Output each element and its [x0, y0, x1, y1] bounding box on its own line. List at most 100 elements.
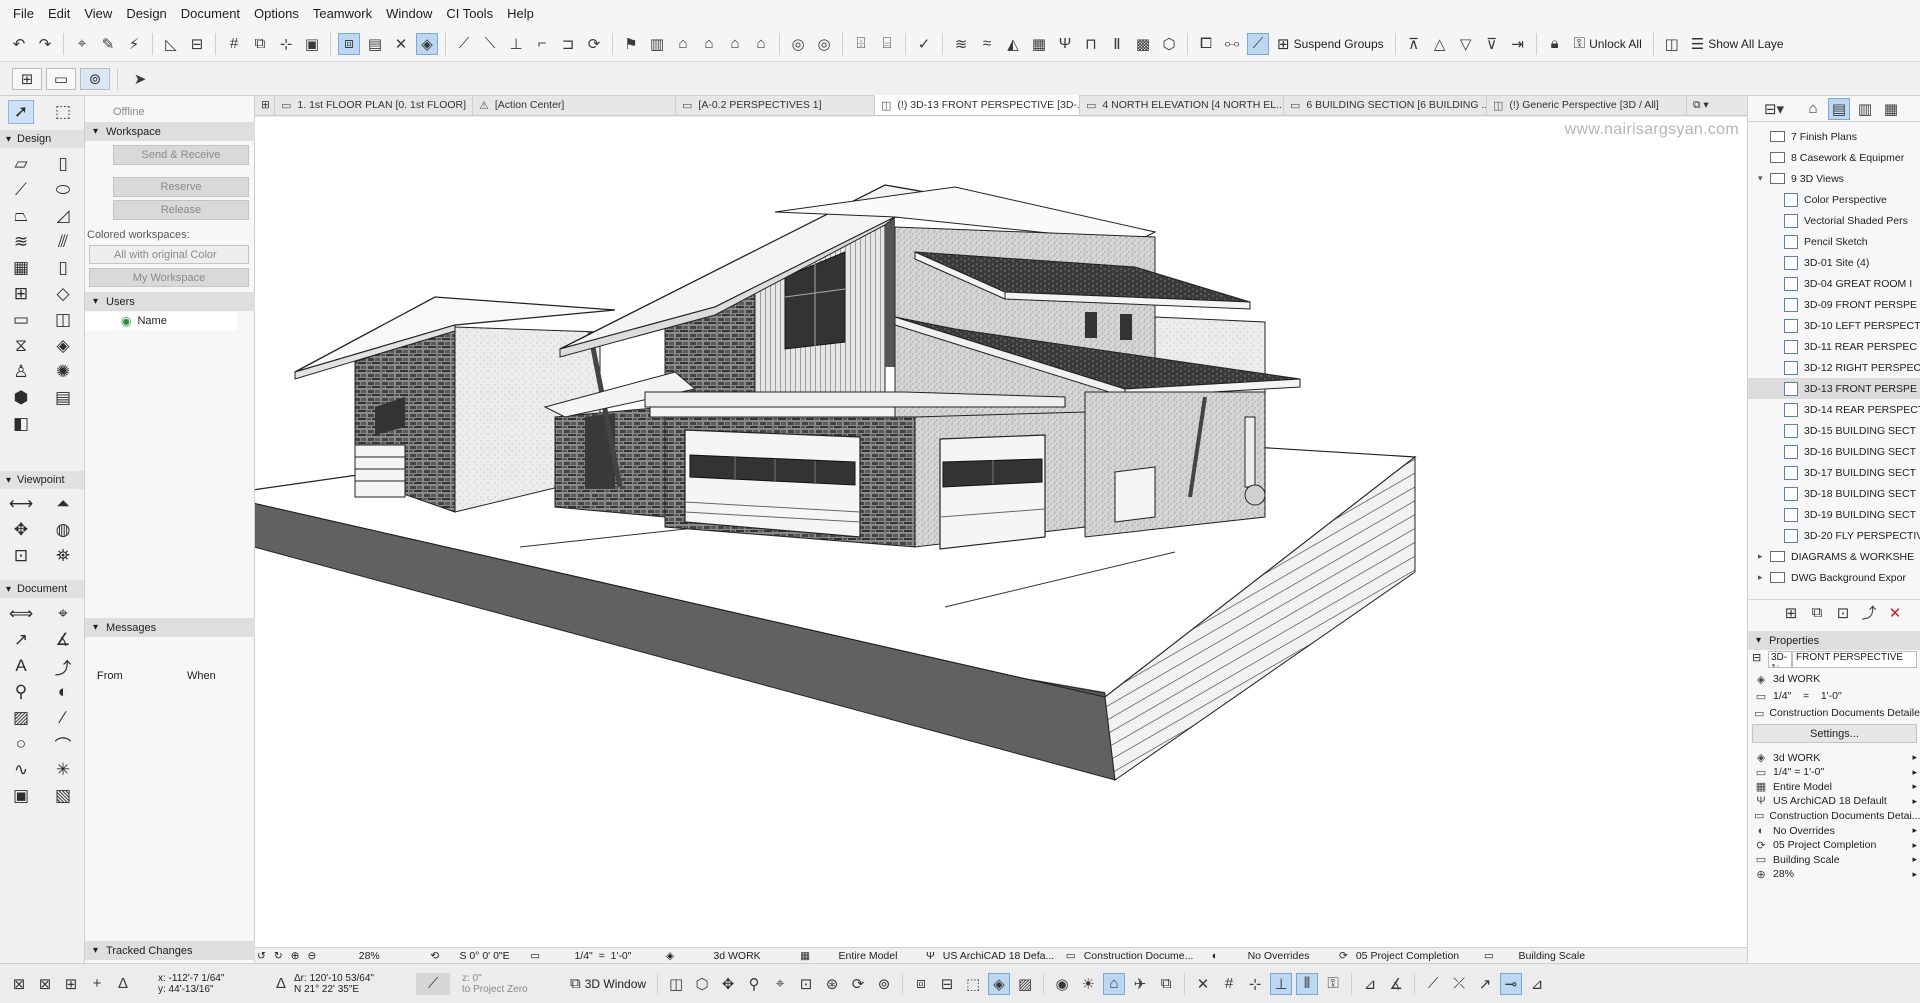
view-map-item[interactable]: 3D-18 BUILDING SECT — [1748, 483, 1920, 504]
magnet-icon[interactable]: ⊠ — [34, 973, 56, 995]
intersect-icon[interactable]: ⊥ — [505, 33, 527, 55]
marker-tool-icon[interactable]: ⚲ — [8, 680, 34, 704]
bring-front-icon[interactable]: ⊼ — [1403, 33, 1425, 55]
cutaway-icon[interactable]: ⊟ — [936, 973, 958, 995]
view-map-item[interactable]: 3D-14 REAR PERSPECT — [1748, 399, 1920, 420]
layer-icon[interactable]: ▣ — [301, 33, 323, 55]
navigator-menu-icon[interactable]: ⊟▾ — [1758, 98, 1790, 120]
chevron-right-icon[interactable]: ▸ — [1912, 767, 1920, 778]
snap-grid-icon[interactable]: ⊞ — [60, 973, 82, 995]
pick-up-icon[interactable]: ⌖ — [71, 33, 93, 55]
delta-icon[interactable]: Δ — [112, 973, 134, 995]
layer-combo-icon[interactable]: ◈ — [666, 950, 674, 962]
pen-override-icon[interactable]: ⟋ — [416, 972, 450, 995]
change-tool-icon[interactable]: ⛯ — [50, 544, 76, 568]
figure-tool-icon[interactable]: ▣ — [8, 784, 34, 808]
circle-tool-icon[interactable]: ○ — [8, 732, 34, 756]
snap-points-icon[interactable]: ⊹ — [1244, 973, 1266, 995]
menu-ci-tools[interactable]: CI Tools — [439, 6, 500, 21]
menu-view[interactable]: View — [77, 6, 119, 21]
view-property-row[interactable]: ▭Construction Documents Detai...▸ — [1748, 808, 1920, 823]
radial-dimension-tool-icon[interactable]: ↗ — [8, 628, 34, 652]
split-icon[interactable]: ⟋ — [453, 33, 475, 55]
menu-document[interactable]: Document — [174, 6, 247, 21]
view-property-row[interactable]: ⊕ 28% ▸ — [1748, 867, 1920, 882]
guide-icon[interactable]: ⊥ — [1270, 972, 1293, 995]
move-icon[interactable]: + — [86, 973, 108, 995]
mesh-tool-icon[interactable]: ⧖ — [8, 334, 34, 358]
chevron-right-icon[interactable]: ▸ — [1912, 840, 1920, 851]
scale-icon[interactable]: ▭ — [530, 950, 540, 962]
3d-viewport[interactable]: www.nairisargsyan.com — [255, 117, 1747, 947]
view-map-item[interactable]: 3D-11 REAR PERSPEC — [1748, 336, 1920, 357]
renovation-icon[interactable]: ⟳ — [1339, 950, 1348, 962]
model-view-icon[interactable]: ▦ — [800, 950, 810, 962]
zoom-in-icon[interactable]: ⊕ — [291, 950, 300, 962]
object-tool-icon[interactable]: ♙ — [8, 360, 34, 384]
redo-view-icon[interactable]: ↻ — [274, 950, 283, 962]
view-map-item[interactable]: 8 Casework & Equipmer — [1748, 147, 1920, 168]
shade-icon[interactable]: ▨ — [1014, 973, 1036, 995]
arrow-tool-icon[interactable]: ➤ — [125, 68, 155, 90]
tracker-icon[interactable]: ⤫ — [1448, 973, 1470, 995]
tab-action-center[interactable]: ⚠ [Action Center] — [473, 95, 676, 115]
chevron-right-icon[interactable]: ▸ — [1912, 752, 1920, 763]
view-map-item[interactable]: 3D-15 BUILDING SECT — [1748, 420, 1920, 441]
wall-tool-icon[interactable]: ▱ — [8, 152, 34, 176]
layer-combo-field[interactable]: 3d WORK — [682, 950, 792, 962]
dimension-tool-icon[interactable]: ⟺ — [8, 602, 34, 626]
bring-forward-icon[interactable]: △ — [1429, 33, 1451, 55]
elements-icon[interactable]: ⊞ — [12, 67, 42, 90]
magic-wand-icon[interactable]: ⚡ — [123, 33, 145, 55]
beam-icon[interactable]: ⊓ — [1080, 33, 1102, 55]
text-tool-icon[interactable]: A — [8, 654, 34, 678]
suspend-groups-icon[interactable]: ⟋ — [1247, 32, 1269, 55]
hotspot-tool-icon[interactable]: ✳ — [50, 758, 76, 782]
send-backward-icon[interactable]: ▽ — [1455, 33, 1477, 55]
layout-book-icon[interactable]: ▥ — [1854, 98, 1876, 120]
chevron-down-icon[interactable]: ▾ — [1758, 173, 1770, 184]
menu-design[interactable]: Design — [119, 6, 173, 21]
toolbox-section-document[interactable]: Document — [0, 580, 84, 598]
adjust-icon[interactable]: ⟍ — [479, 33, 501, 55]
explode-icon[interactable]: ✕ — [390, 33, 412, 55]
angle-icon[interactable]: ∡ — [1385, 973, 1407, 995]
chevron-right-icon[interactable]: ▸ — [1912, 796, 1920, 807]
line-tool-icon[interactable]: ▨ — [8, 706, 34, 730]
arrow-tracker-icon[interactable]: ↗ — [1474, 973, 1496, 995]
detail-tool-icon[interactable]: ⊡ — [8, 544, 34, 568]
column-icon[interactable]: Ψ — [1054, 33, 1076, 55]
renovation-field[interactable]: 05 Project Completion — [1356, 950, 1476, 962]
tracked-changes-section[interactable]: Tracked Changes — [85, 941, 255, 960]
release-button[interactable]: Release — [113, 200, 249, 220]
elevation-tool-icon[interactable]: ⏶ — [50, 492, 76, 516]
view-property-row[interactable]: ⟳ 05 Project Completion ▸ — [1748, 838, 1920, 853]
angle-dimension-tool-icon[interactable]: ∡ — [50, 628, 76, 652]
beam-tool-icon[interactable]: ⟋ — [8, 178, 34, 202]
view-property-row[interactable]: ◈ 3d WORK ▸ — [1748, 750, 1920, 765]
tab-overview-icon[interactable]: ⊞ — [255, 95, 275, 115]
undo-view-icon[interactable]: ↺ — [257, 950, 266, 962]
view-property-row[interactable]: ◐ No Overrides ▸ — [1748, 823, 1920, 838]
tab-1st-floor-plan[interactable]: ▭ 1. 1st FLOOR PLAN [0. 1st FLOOR] — [275, 95, 473, 115]
pen-icon[interactable]: ◺ — [160, 33, 182, 55]
suspend-groups-button[interactable]: ⊞ Suspend Groups — [1277, 35, 1384, 53]
tab-3d-13-front-perspective[interactable]: ◫(!) 3D-13 FRONT PERSPECTIVE [3D-...✕ — [875, 95, 1080, 115]
orbit-view-icon[interactable]: ⊚ — [873, 973, 895, 995]
reserve-button[interactable]: Reserve — [113, 177, 249, 197]
explore-icon[interactable]: ⌖ — [769, 973, 791, 995]
save-view-icon[interactable]: ⊡ — [1832, 602, 1854, 624]
project-map-icon[interactable]: ⌂ — [1802, 98, 1824, 120]
view-map-item[interactable]: 3D-13 FRONT PERSPE — [1748, 378, 1920, 399]
corner-window-tool-icon[interactable]: ◫ — [50, 308, 76, 332]
view-property-row[interactable]: ▭ 1/4" = 1'-0" ▸ — [1748, 765, 1920, 780]
marquee-tool-icon[interactable]: ⬚ — [50, 100, 76, 124]
view-map-item[interactable]: 3D-12 RIGHT PERSPEC — [1748, 357, 1920, 378]
window-tool-icon[interactable]: ⊞ — [8, 282, 34, 306]
marquee-3d-icon[interactable]: ⬚ — [962, 973, 984, 995]
worksheet-tool-icon[interactable]: ◍ — [50, 518, 76, 542]
view-property-row[interactable]: ▭ Building Scale ▸ — [1748, 852, 1920, 867]
overrides-icon[interactable]: ◐ — [1212, 950, 1218, 962]
morph-tool-icon[interactable]: ◈ — [50, 334, 76, 358]
skylight-tool-icon[interactable]: ◇ — [50, 282, 76, 306]
